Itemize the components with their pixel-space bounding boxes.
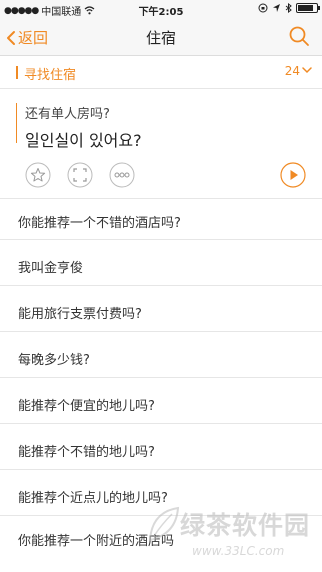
more-icon <box>109 162 135 188</box>
section-accent-bar <box>16 66 18 79</box>
chevron-down-icon[interactable] <box>302 65 312 75</box>
section-title: 寻找住宿 <box>24 68 77 83</box>
favorite-button[interactable] <box>24 162 52 188</box>
rotation-lock-icon <box>258 3 268 13</box>
expand-icon <box>67 162 93 188</box>
star-icon <box>25 162 51 188</box>
phrase-list: 你能推荐一个不错的酒店吗? 我叫金亨俊 能用旅行支票付费吗? 每晚多少钱? 能推… <box>0 198 322 556</box>
list-item[interactable]: 能推荐个近点儿的地儿吗? <box>0 470 322 516</box>
card-actions <box>24 162 136 188</box>
list-item[interactable]: 我叫金亨俊 <box>0 240 322 286</box>
page-title: 住宿 <box>145 29 176 47</box>
search-button[interactable] <box>288 25 310 51</box>
card-accent-line <box>16 103 17 143</box>
play-button[interactable] <box>280 162 306 192</box>
battery-icon <box>296 3 320 13</box>
list-item[interactable]: 你能推荐一个附近的酒店吗 <box>0 516 322 556</box>
phrase-chinese: 还有单人房吗? <box>25 107 110 122</box>
fullscreen-button[interactable] <box>66 162 94 188</box>
section-header[interactable]: 寻找住宿 24 <box>0 56 322 89</box>
phrase-count: 24 <box>284 64 300 78</box>
list-item[interactable]: 能用旅行支票付费吗? <box>0 286 322 332</box>
phrase-card: 还有单人房吗? 일인실이 있어요? <box>0 89 322 199</box>
list-item[interactable]: 能推荐个便宜的地儿吗? <box>0 378 322 424</box>
nav-bar: 返回 住宿 <box>0 18 322 56</box>
list-item[interactable]: 你能推荐一个不错的酒店吗? <box>0 198 322 240</box>
status-bar: ●●●●● 中国联通 下午2:05 <box>0 0 322 18</box>
phrase-korean: 일인실이 있어요? <box>25 131 142 150</box>
list-item[interactable]: 能推荐个不错的地儿吗? <box>0 424 322 470</box>
status-right <box>258 3 320 13</box>
list-item[interactable]: 每晚多少钱? <box>0 332 322 378</box>
bluetooth-icon <box>285 3 292 13</box>
play-icon <box>280 162 306 188</box>
location-icon <box>273 4 280 12</box>
search-icon <box>289 26 309 46</box>
more-button[interactable] <box>108 162 136 188</box>
